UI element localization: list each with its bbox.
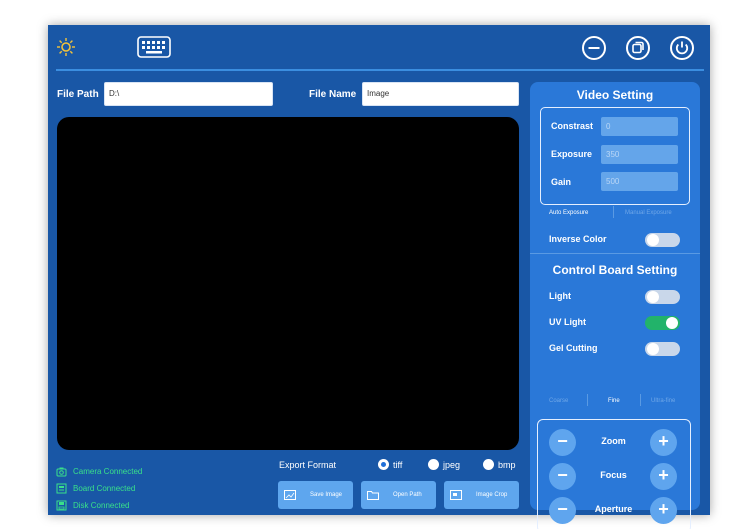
sun-icon[interactable]	[56, 37, 76, 57]
radio-bmp-label: bmp	[498, 459, 516, 470]
contrast-input[interactable]: 0	[601, 117, 678, 136]
keyboard-icon[interactable]	[137, 36, 171, 58]
file-path-label: File Path	[57, 89, 99, 100]
camera-status-text: Camera Connected	[73, 467, 143, 476]
toggle-knob	[647, 343, 659, 355]
file-name-label: File Name	[309, 89, 357, 100]
video-setting-title: Video Setting	[576, 88, 654, 102]
radio-jpeg[interactable]: jpeg	[428, 459, 460, 470]
zoom-plus-button[interactable]: +	[650, 429, 677, 456]
save-image-label: Save Image	[310, 492, 343, 498]
speed-separator	[587, 394, 588, 406]
exposure-input[interactable]: 350	[601, 145, 678, 164]
top-bar	[48, 25, 710, 69]
toggle-knob	[666, 317, 678, 329]
inverse-color-label: Inverse Color	[549, 234, 607, 244]
section-divider	[530, 253, 700, 254]
image-crop-label: Image Crop	[476, 492, 508, 498]
folder-icon	[367, 491, 379, 500]
minimize-icon[interactable]	[581, 35, 607, 61]
control-board-title: Control Board Setting	[552, 263, 678, 277]
image-crop-button[interactable]: Image Crop	[444, 481, 519, 509]
disk-icon	[56, 500, 67, 511]
speed-separator	[640, 394, 641, 406]
toggle-knob	[647, 291, 659, 303]
crop-icon	[450, 490, 462, 500]
gel-cutting-toggle[interactable]	[645, 342, 680, 356]
aperture-plus-button[interactable]: +	[650, 497, 677, 524]
settings-panel: Video Setting Constrast 0 Exposure 350 G…	[530, 82, 700, 529]
video-preview[interactable]	[57, 117, 519, 450]
disk-status: Disk Connected	[56, 500, 129, 511]
export-format-label: Export Format	[279, 460, 337, 470]
radio-tiff[interactable]: tiff	[378, 459, 402, 470]
board-status-text: Board Connected	[73, 484, 136, 493]
gel-cutting-label: Gel Cutting	[549, 343, 598, 353]
top-divider	[56, 69, 704, 71]
image-icon	[284, 490, 296, 500]
toggle-knob	[647, 234, 659, 246]
inverse-color-toggle[interactable]	[645, 233, 680, 247]
save-image-button[interactable]: Save Image	[278, 481, 353, 509]
uv-light-label: UV Light	[549, 317, 586, 327]
uv-light-toggle[interactable]	[645, 316, 680, 330]
speed-coarse-tab[interactable]: Coarse	[549, 398, 568, 404]
light-label: Light	[549, 291, 571, 301]
gain-input[interactable]: 500	[601, 172, 678, 191]
camera-status: Camera Connected	[56, 466, 142, 477]
camera-icon	[56, 467, 67, 477]
disk-status-text: Disk Connected	[73, 501, 130, 510]
app-window: File Path D:\ File Name Image Camera Con…	[48, 25, 710, 529]
video-setting-box: Constrast 0 Exposure 350 Gain 500	[540, 107, 690, 205]
manual-exposure-tab[interactable]: Manual Exposure	[625, 210, 672, 216]
radio-tiff-label: tiff	[393, 459, 403, 470]
file-name-input[interactable]: Image	[362, 82, 519, 106]
radio-bmp[interactable]: bmp	[483, 459, 516, 470]
power-icon[interactable]	[669, 35, 695, 61]
auto-exposure-tab[interactable]: Auto Exposure	[549, 210, 588, 216]
contrast-label: Constrast	[551, 121, 594, 131]
radio-jpeg-label: jpeg	[443, 459, 461, 470]
gain-label: Gain	[551, 177, 572, 187]
exposure-label: Exposure	[551, 149, 593, 159]
restore-icon[interactable]	[625, 35, 651, 61]
radio-bmp-dot[interactable]	[483, 459, 494, 470]
radio-tiff-dot[interactable]	[378, 459, 389, 470]
light-toggle[interactable]	[645, 290, 680, 304]
open-path-button[interactable]: Open Path	[361, 481, 436, 509]
focus-plus-button[interactable]: +	[650, 463, 677, 490]
mode-separator	[613, 206, 614, 218]
speed-ultra-fine-tab[interactable]: Ultra-fine	[651, 398, 675, 404]
board-status: Board Connected	[56, 483, 135, 494]
radio-jpeg-dot[interactable]	[428, 459, 439, 470]
board-icon	[56, 483, 67, 494]
file-path-input[interactable]: D:\	[104, 82, 273, 106]
open-path-label: Open Path	[393, 492, 422, 498]
speed-fine-tab[interactable]: Fine	[608, 398, 620, 404]
lens-control-box: − Zoom + − Focus + − Aperture +	[537, 419, 691, 529]
